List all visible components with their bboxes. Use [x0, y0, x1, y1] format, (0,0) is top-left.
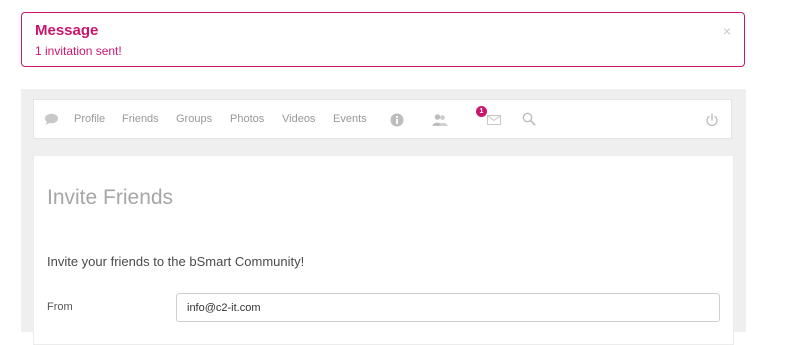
- page-title: Invite Friends: [47, 186, 174, 209]
- nav-link-groups[interactable]: Groups: [176, 113, 212, 125]
- search-icon[interactable]: [522, 112, 536, 126]
- invite-friends-card: Invite Friends Invite your friends to th…: [33, 155, 734, 345]
- chat-bubble-icon[interactable]: [44, 113, 59, 126]
- from-field[interactable]: [176, 293, 720, 322]
- invite-subtitle: Invite your friends to the bSmart Commun…: [47, 254, 305, 269]
- close-icon[interactable]: ×: [723, 24, 731, 38]
- info-icon[interactable]: [390, 113, 404, 127]
- nav-link-profile[interactable]: Profile: [74, 113, 105, 125]
- envelope-icon[interactable]: [487, 115, 501, 125]
- friend-requests-icon[interactable]: [432, 113, 448, 127]
- alert-message: Message 1 invitation sent! ×: [21, 12, 745, 67]
- alert-title: Message: [35, 22, 99, 39]
- top-navbar: Profile Friends Groups Photos Videos Eve…: [33, 99, 732, 139]
- friend-request-badge: 1: [476, 106, 487, 117]
- alert-text: 1 invitation sent!: [35, 44, 122, 58]
- nav-link-friends[interactable]: Friends: [122, 113, 159, 125]
- nav-link-videos[interactable]: Videos: [282, 113, 315, 125]
- main-panel: Profile Friends Groups Photos Videos Eve…: [21, 89, 746, 345]
- from-label: From: [47, 301, 73, 313]
- power-icon[interactable]: [705, 113, 719, 127]
- nav-link-events[interactable]: Events: [333, 113, 367, 125]
- nav-link-photos[interactable]: Photos: [230, 113, 264, 125]
